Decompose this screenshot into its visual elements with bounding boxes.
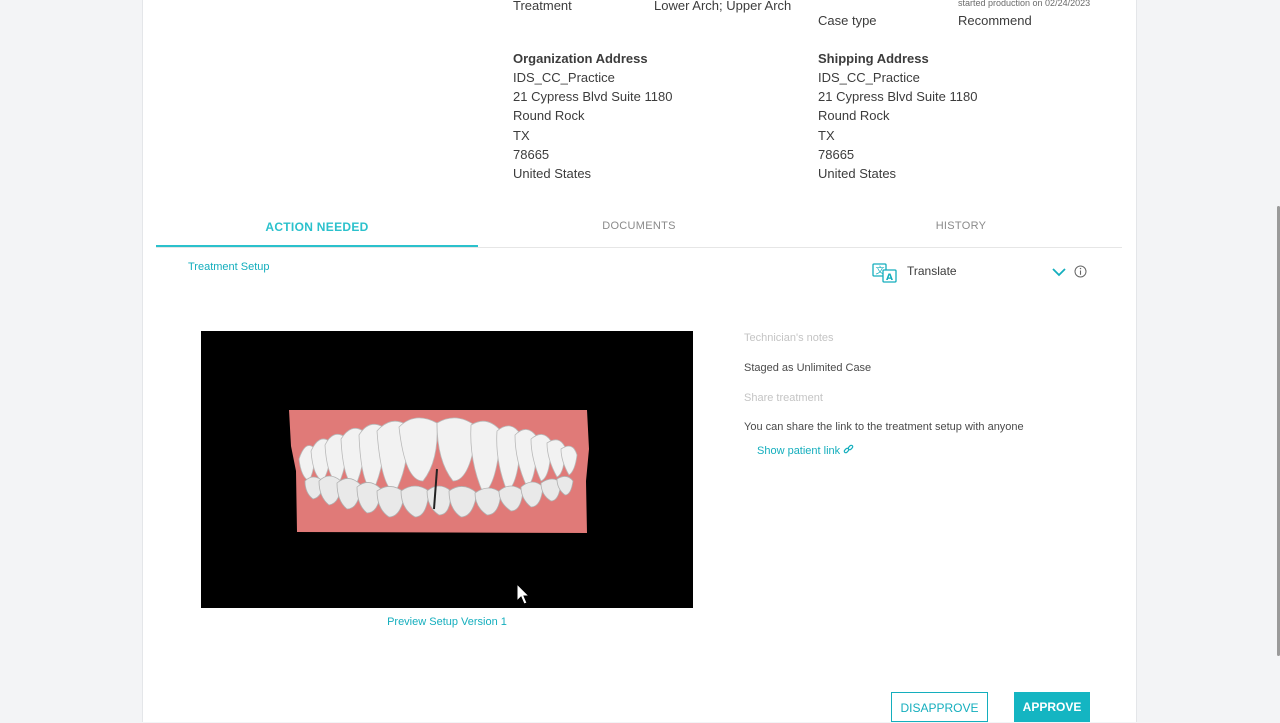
org-address-line: 78665 bbox=[513, 147, 550, 162]
translate-icon[interactable]: 文 A bbox=[872, 263, 898, 283]
case-type-label: Case type bbox=[818, 13, 877, 28]
shipping-address-title: Shipping Address bbox=[818, 51, 929, 66]
shipping-address-line: IDS_CC_Practice bbox=[818, 70, 920, 85]
shipping-address-line: 21 Cypress Blvd Suite 1180 bbox=[818, 89, 978, 104]
tabs-divider bbox=[156, 247, 1122, 248]
treatment-value: Lower Arch; Upper Arch bbox=[654, 0, 792, 13]
shipping-address-line: United States bbox=[818, 166, 897, 181]
case-type-value: Recommend bbox=[958, 13, 1032, 28]
treatment-setup-title[interactable]: Treatment Setup bbox=[188, 258, 270, 277]
preview-setup-link[interactable]: Preview Setup Version 1 bbox=[201, 613, 693, 632]
org-address-line: 21 Cypress Blvd Suite 1180 bbox=[513, 89, 673, 104]
svg-text:A: A bbox=[886, 273, 893, 283]
translate-label[interactable]: Translate bbox=[907, 262, 957, 281]
shipping-address-line: 78665 bbox=[818, 147, 855, 162]
chevron-down-icon[interactable] bbox=[1052, 265, 1066, 277]
active-tab-indicator bbox=[156, 245, 478, 247]
org-address-line: IDS_CC_Practice bbox=[513, 70, 615, 85]
technician-notes-text: Staged as Unlimited Case bbox=[744, 362, 872, 374]
share-treatment-text: You can share the link to the treatment … bbox=[744, 421, 1024, 433]
org-address-line: Round Rock bbox=[513, 108, 585, 123]
org-address-line: TX bbox=[513, 128, 530, 143]
shipping-address-line: Round Rock bbox=[818, 108, 890, 123]
teeth-model-image bbox=[289, 410, 589, 605]
approve-button[interactable]: APPROVE bbox=[1014, 692, 1090, 722]
org-address-title: Organization Address bbox=[513, 51, 648, 66]
technician-notes-label: Technician's notes bbox=[744, 332, 834, 344]
tab-documents[interactable]: DOCUMENTS bbox=[478, 220, 800, 232]
tab-history[interactable]: HISTORY bbox=[800, 220, 1122, 232]
treatment-setup-viewer[interactable] bbox=[201, 331, 693, 608]
show-patient-link[interactable]: Show patient link bbox=[757, 444, 854, 457]
info-icon[interactable] bbox=[1074, 265, 1087, 278]
mouse-cursor-icon bbox=[516, 582, 531, 605]
treatment-label: Treatment bbox=[513, 0, 572, 13]
disapprove-button[interactable]: DISAPPROVE bbox=[891, 692, 988, 722]
org-address-line: United States bbox=[513, 166, 592, 181]
link-icon bbox=[843, 444, 854, 457]
shipping-address-line: TX bbox=[818, 128, 835, 143]
show-patient-link-label[interactable]: Show patient link bbox=[757, 445, 840, 457]
share-treatment-label: Share treatment bbox=[744, 392, 823, 404]
tab-action-needed[interactable]: ACTION NEEDED bbox=[156, 220, 478, 234]
